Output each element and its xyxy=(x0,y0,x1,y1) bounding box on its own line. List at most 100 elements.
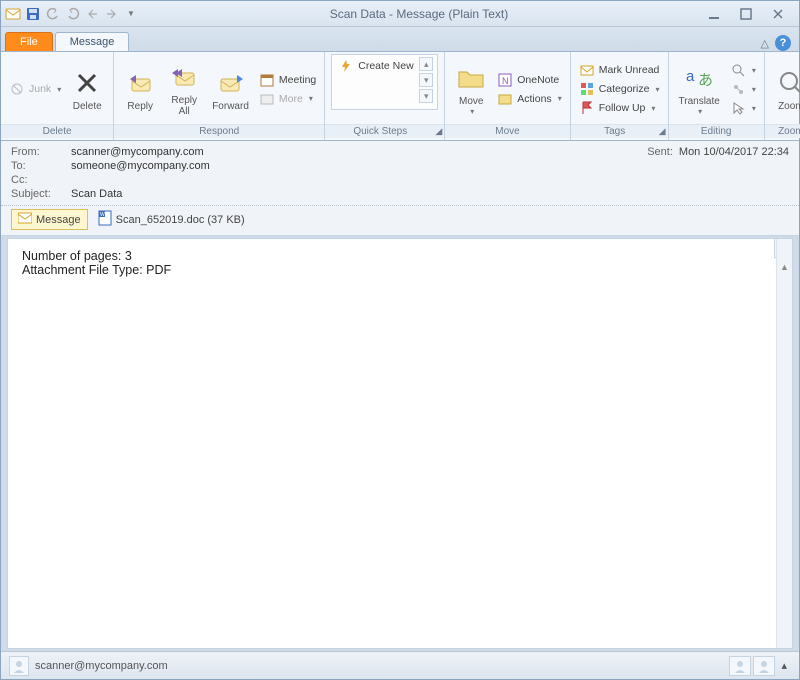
junk-button[interactable]: Junk▾ xyxy=(7,80,63,98)
mark-unread-button[interactable]: Mark Unread xyxy=(577,61,662,79)
body-line-1: Number of pages: 3 xyxy=(22,249,778,263)
gallery-more-icon[interactable]: ▾ xyxy=(419,89,433,103)
sender-avatar-icon[interactable] xyxy=(9,656,29,676)
svg-text:a: a xyxy=(686,68,695,85)
svg-text:W: W xyxy=(100,212,105,218)
lightning-icon xyxy=(338,58,354,74)
qat-dropdown-icon[interactable]: ▼ xyxy=(127,9,135,18)
tab-message[interactable]: Message xyxy=(55,32,130,51)
forward-button[interactable]: Forward xyxy=(208,65,253,114)
message-body[interactable]: Number of pages: 3 Attachment File Type:… xyxy=(7,238,793,649)
from-value: scanner@mycompany.com xyxy=(71,146,647,158)
status-sender: scanner@mycompany.com xyxy=(35,660,168,672)
title-bar: ▼ Scan Data - Message (Plain Text) xyxy=(1,1,799,27)
body-line-2: Attachment File Type: PDF xyxy=(22,263,778,277)
group-respond-label: Respond xyxy=(114,124,324,138)
app-icon xyxy=(5,6,21,22)
quick-step-create-new[interactable]: Create New xyxy=(336,57,415,75)
previous-item-icon[interactable] xyxy=(85,6,101,22)
group-deluete-label: Delete xyxy=(1,124,113,138)
find-icon xyxy=(730,62,746,78)
reply-all-button[interactable]: Reply All xyxy=(164,59,204,119)
group-editing: aあ Translate▾ ▾ ▾ ▾ Editing xyxy=(669,52,765,140)
gallery-down-icon[interactable]: ▾ xyxy=(419,73,433,87)
cc-value xyxy=(71,174,789,186)
group-tags-label: Tags ◢ xyxy=(571,124,668,138)
flag-icon xyxy=(579,100,595,116)
gallery-up-icon[interactable]: ▴ xyxy=(419,57,433,71)
select-icon xyxy=(730,100,746,116)
message-headers: From: scanner@mycompany.com Sent: Mon 10… xyxy=(1,141,799,206)
message-body-tab[interactable]: Message xyxy=(11,209,88,230)
maximize-button[interactable] xyxy=(735,6,757,22)
scroll-up-icon[interactable]: ▲ xyxy=(777,259,792,275)
group-editing-label: Editing xyxy=(669,124,764,138)
people-pane-button-1[interactable] xyxy=(729,656,751,676)
group-respond: Reply Reply All Forward Meeting xyxy=(114,52,325,140)
related-button[interactable]: ▾ xyxy=(728,80,758,98)
group-tags: Mark Unread Categorize▾ Follow Up▾ Tags … xyxy=(571,52,669,140)
svg-text:N: N xyxy=(502,76,509,86)
related-icon xyxy=(730,81,746,97)
translate-button[interactable]: aあ Translate▾ xyxy=(675,60,724,118)
quick-access-toolbar: ▼ xyxy=(5,6,135,22)
reply-all-icon xyxy=(168,61,200,93)
zoom-icon xyxy=(775,67,800,99)
subject-label: Subject: xyxy=(11,188,71,200)
more-icon xyxy=(259,91,275,107)
close-button[interactable] xyxy=(767,6,789,22)
reply-icon xyxy=(124,67,156,99)
save-icon[interactable] xyxy=(25,6,41,22)
move-folder-icon xyxy=(455,62,487,94)
meeting-icon xyxy=(259,72,275,88)
ribbon-tabs: File Message △ ? xyxy=(1,27,799,51)
more-respond-button[interactable]: More▾ xyxy=(257,90,318,108)
attachment-filename: Scan_652019.doc (37 KB) xyxy=(116,214,245,226)
move-button[interactable]: Move▾ xyxy=(451,60,491,118)
status-bar: scanner@mycompany.com ▴ xyxy=(1,651,799,679)
people-pane-button-2[interactable] xyxy=(753,656,775,676)
reply-button[interactable]: Reply xyxy=(120,65,160,114)
group-move: Move▾ N OneNote Actions▾ Move xyxy=(445,52,570,140)
sent-value: Mon 10/04/2017 22:34 xyxy=(679,146,789,158)
delete-button[interactable]: Delete xyxy=(67,65,107,114)
zoom-button[interactable]: Zoom xyxy=(771,65,800,114)
body-scrollbar[interactable]: ▲ xyxy=(776,239,792,648)
undo-icon[interactable] xyxy=(45,6,61,22)
onenote-button[interactable]: N OneNote xyxy=(495,71,563,89)
window-controls xyxy=(703,6,795,22)
delete-icon xyxy=(71,67,103,99)
attachment-item[interactable]: W Scan_652019.doc (37 KB) xyxy=(92,208,251,231)
help-button[interactable]: ? xyxy=(775,35,791,51)
group-zoom-label: Zoom xyxy=(765,124,800,138)
people-pane-expand-icon[interactable]: ▴ xyxy=(777,659,791,672)
redo-icon[interactable] xyxy=(65,6,81,22)
group-quick-steps: Create New ▴ ▾ ▾ Quick Steps ◢ xyxy=(325,52,445,140)
from-label: From: xyxy=(11,146,71,158)
follow-up-button[interactable]: Follow Up▾ xyxy=(577,99,662,117)
envelope-icon xyxy=(18,212,32,227)
actions-button[interactable]: Actions▾ xyxy=(495,90,563,108)
to-label: To: xyxy=(11,160,71,172)
categorize-button[interactable]: Categorize▾ xyxy=(577,80,662,98)
to-value: someone@mycompany.com xyxy=(71,160,789,172)
group-move-label: Move xyxy=(445,124,569,138)
group-zoom: Zoom Zoom xyxy=(765,52,800,140)
subject-value: Scan Data xyxy=(71,188,789,200)
group-quick-steps-label: Quick Steps ◢ xyxy=(325,124,444,138)
minimize-button[interactable] xyxy=(703,6,725,22)
tab-file[interactable]: File xyxy=(5,32,53,51)
quick-steps-gallery[interactable]: Create New ▴ ▾ ▾ xyxy=(331,54,438,110)
outlook-message-window: ▼ Scan Data - Message (Plain Text) File … xyxy=(0,0,800,680)
attachment-row: Message W Scan_652019.doc (37 KB) xyxy=(1,206,799,236)
junk-icon xyxy=(9,81,25,97)
next-item-icon[interactable] xyxy=(105,6,121,22)
minimize-ribbon-icon[interactable]: △ xyxy=(761,37,769,50)
meeting-button[interactable]: Meeting xyxy=(257,71,318,89)
find-button[interactable]: ▾ xyxy=(728,61,758,79)
select-button[interactable]: ▾ xyxy=(728,99,758,117)
doc-file-icon: W xyxy=(98,210,112,229)
onenote-icon: N xyxy=(497,72,513,88)
actions-icon xyxy=(497,91,513,107)
window-title: Scan Data - Message (Plain Text) xyxy=(135,7,703,21)
